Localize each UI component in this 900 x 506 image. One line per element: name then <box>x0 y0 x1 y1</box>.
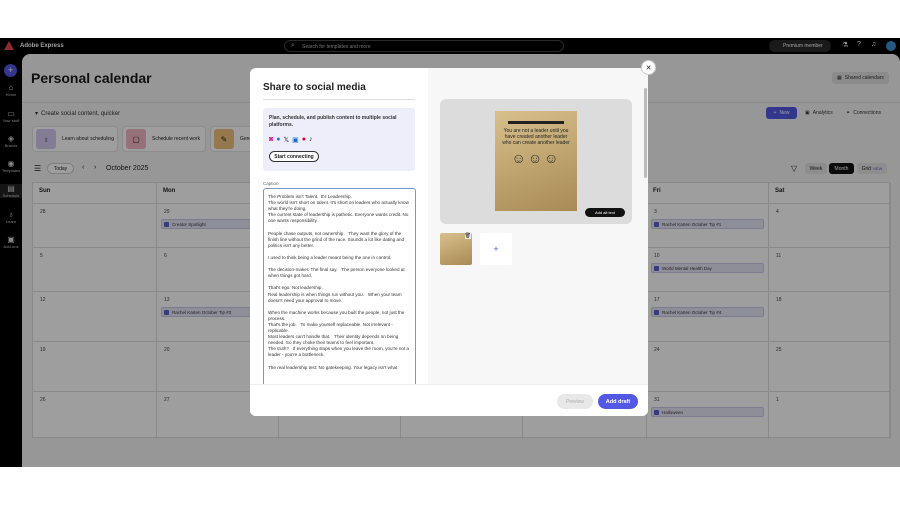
add-media-button[interactable]: + <box>480 233 512 265</box>
add-draft-button[interactable]: Add draft <box>598 394 638 409</box>
share-modal: Share to social media Plan, schedule, an… <box>250 68 648 416</box>
scrollbar[interactable] <box>644 88 647 178</box>
caption-label: Caption <box>263 181 279 186</box>
modal-left-pane: Share to social media Plan, schedule, an… <box>250 68 428 416</box>
image-quote: You are not a leader until you have crea… <box>502 128 570 146</box>
x-icon: 𝕏 <box>283 137 290 144</box>
promo-text: Plan, schedule, and publish content to m… <box>269 115 397 128</box>
faces-illustration: ☺☺☺ <box>511 150 561 166</box>
start-connecting-button[interactable]: Start connecting <box>269 151 319 162</box>
app: Adobe Express ⌕ Search for templates and … <box>0 38 900 467</box>
add-alt-text-button[interactable]: Add alt text <box>585 208 625 217</box>
caption-textarea[interactable]: The Problem isn't Talent. It's Leadershi… <box>263 188 416 416</box>
media-preview: You are not a leader until you have crea… <box>440 99 632 224</box>
trash-icon[interactable]: 🗑 <box>464 233 471 239</box>
post-image[interactable]: You are not a leader until you have crea… <box>495 111 577 211</box>
close-icon: ✕ <box>645 64 652 72</box>
media-thumbnail[interactable]: 🗑 <box>440 233 472 265</box>
modal-title: Share to social media <box>263 82 366 93</box>
tiktok-icon: ♪ <box>308 136 313 143</box>
linkedin-icon: ▣ <box>292 137 299 144</box>
facebook-icon: ● <box>276 136 281 143</box>
divider <box>263 99 415 100</box>
preview-button[interactable]: Preview <box>557 394 593 409</box>
promo-box: Plan, schedule, and publish content to m… <box>263 108 415 171</box>
social-icons: ◙ ● 𝕏 ▣ ● ♪ <box>269 136 312 144</box>
close-button[interactable]: ✕ <box>641 60 656 75</box>
instagram-icon: ◙ <box>269 136 274 143</box>
pinterest-icon: ● <box>301 136 306 143</box>
